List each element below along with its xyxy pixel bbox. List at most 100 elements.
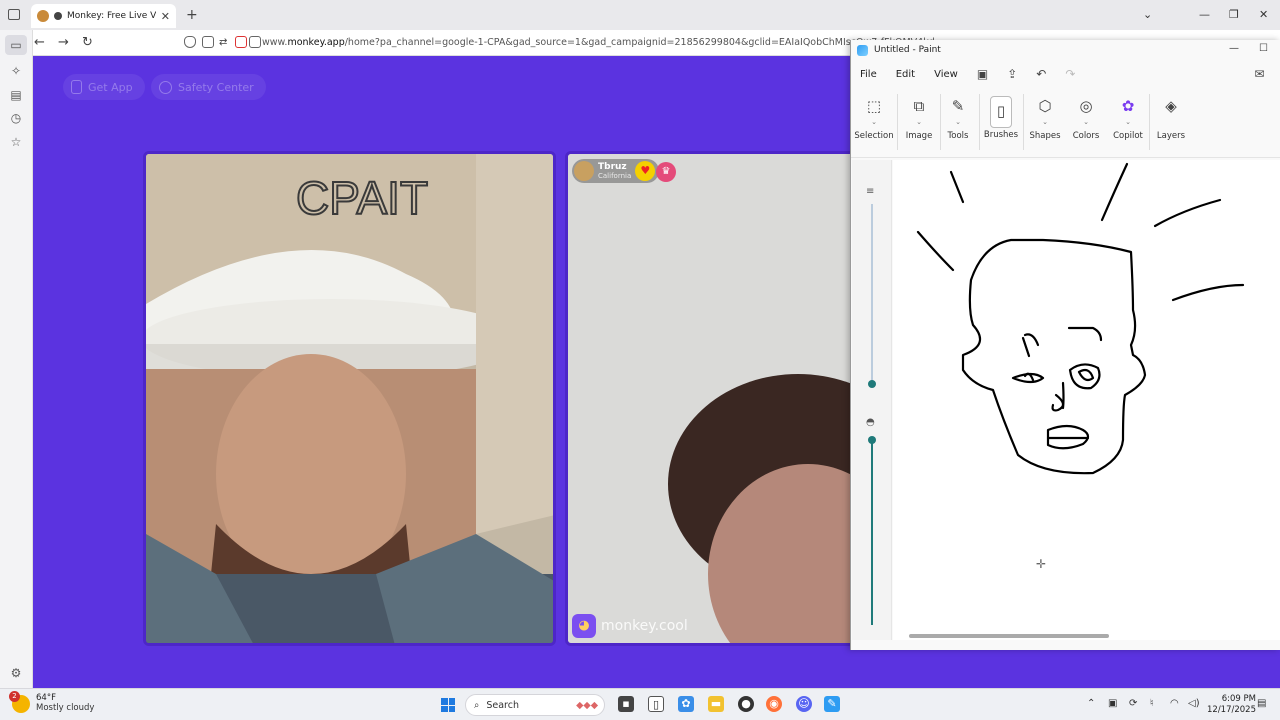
weather-widget[interactable]: 2 64°F Mostly cloudy bbox=[9, 690, 95, 714]
paint-taskbar-icon[interactable]: ✎ bbox=[824, 696, 840, 712]
sidebar-favorites-icon[interactable]: ☆ bbox=[9, 135, 23, 149]
weather-badge: 2 bbox=[9, 690, 20, 702]
back-icon[interactable]: ← bbox=[34, 35, 45, 50]
task-view-icon[interactable]: ▪ bbox=[618, 696, 634, 712]
heart-icon[interactable]: ♥ bbox=[635, 161, 656, 181]
restore-icon[interactable]: ❐ bbox=[1229, 8, 1239, 21]
search-label: Search bbox=[486, 699, 519, 711]
tool-copilot[interactable]: ✿ ⌄ Copilot bbox=[1108, 96, 1148, 141]
tool-selection[interactable]: ⬚ ⌄ Selection bbox=[854, 96, 894, 141]
system-clock[interactable]: 6:09 PM 12/17/2025 bbox=[1207, 694, 1256, 716]
gift-icon[interactable]: ♛ bbox=[656, 162, 676, 182]
discord-icon[interactable]: ☺ bbox=[796, 696, 812, 712]
notification-icon[interactable]: ▤ bbox=[1257, 698, 1266, 709]
browser-tab-monkey[interactable]: Monkey: Free Live Video Ch ✕ bbox=[31, 4, 176, 28]
brush-icon: ▯ bbox=[990, 96, 1012, 128]
paint-maximize-icon[interactable]: ☐ bbox=[1259, 43, 1268, 54]
menu-view[interactable]: View bbox=[934, 69, 958, 80]
browser-sidebar: ▭ ✧ ▤ ◷ ☆ ⚙ bbox=[0, 30, 33, 688]
share-icon[interactable]: ⇪ bbox=[1007, 67, 1017, 81]
monkey-web-page: Get App Safety Center CPAIT Tbruz Califo… bbox=[33, 56, 850, 688]
feedback-icon[interactable]: ✉ bbox=[1254, 67, 1264, 81]
url-prefix: www. bbox=[262, 37, 288, 48]
ribbon-divider bbox=[1023, 94, 1024, 150]
search-highlight-icon: ◆◆◆ bbox=[576, 699, 598, 711]
sidebar-extensions-icon[interactable]: ✧ bbox=[9, 64, 23, 78]
tool-shapes[interactable]: ⬡ ⌄ Shapes bbox=[1025, 96, 1065, 141]
tool-colors[interactable]: ◎ ⌄ Colors bbox=[1066, 96, 1106, 141]
tool-tools[interactable]: ✎ ⌄ Tools bbox=[938, 96, 978, 141]
menu-file[interactable]: File bbox=[860, 69, 877, 80]
reload-icon[interactable]: ↻ bbox=[82, 35, 93, 50]
canvas-horizontal-scrollbar[interactable] bbox=[909, 634, 1109, 638]
shield-icon[interactable] bbox=[184, 36, 196, 48]
audio-playing-icon[interactable] bbox=[54, 12, 62, 20]
tab-title: Monkey: Free Live Video Ch bbox=[67, 11, 156, 21]
size-slider-track[interactable] bbox=[871, 204, 873, 384]
remote-video-illustration bbox=[568, 154, 850, 643]
safety-center-button[interactable]: Safety Center bbox=[151, 74, 266, 100]
search-icon: ⌕ bbox=[474, 699, 480, 711]
tool-image[interactable]: ⧉ ⌄ Image bbox=[899, 96, 939, 141]
copilot-taskbar-icon[interactable]: ✿ bbox=[678, 696, 694, 712]
tool-layers[interactable]: ◈ Layers bbox=[1151, 96, 1191, 141]
wifi-icon[interactable]: ◠ bbox=[1170, 698, 1179, 709]
tab-overflow-chevron-icon[interactable]: ⌄ bbox=[1143, 8, 1152, 21]
microphone-icon[interactable]: ♮ bbox=[1150, 698, 1154, 709]
tray-sync-icon[interactable]: ⟳ bbox=[1129, 698, 1137, 709]
opacity-slider-track[interactable] bbox=[871, 440, 873, 625]
picture-in-picture-icon[interactable] bbox=[249, 36, 261, 48]
sidebar-collections-icon[interactable]: ▤ bbox=[9, 88, 23, 102]
url-field[interactable]: www.monkey.app/home?pa_channel=google-1-… bbox=[262, 37, 935, 48]
notepad-icon[interactable]: ▯ bbox=[648, 696, 664, 712]
obs-icon[interactable]: ● bbox=[738, 696, 754, 712]
phone-icon bbox=[71, 80, 82, 94]
camera-icon[interactable] bbox=[235, 36, 247, 48]
file-explorer-icon[interactable]: ▬ bbox=[708, 696, 724, 712]
remote-video-feed: Tbruz California ♥ ♛ ◕ monkey.cool bbox=[565, 151, 850, 646]
peer-location: California bbox=[598, 172, 632, 180]
get-app-button[interactable]: Get App bbox=[63, 74, 145, 100]
volume-icon[interactable]: ◁) bbox=[1188, 698, 1200, 709]
tab-close-icon[interactable]: ✕ bbox=[161, 10, 170, 23]
tray-overflow-icon[interactable]: ⌃ bbox=[1087, 698, 1095, 709]
new-tab-icon[interactable]: + bbox=[186, 7, 198, 23]
shapes-icon: ⬡ bbox=[1038, 97, 1052, 115]
brand-label: monkey.cool bbox=[601, 618, 688, 634]
lock-icon[interactable] bbox=[202, 36, 214, 48]
firefox-icon[interactable]: ◉ bbox=[766, 696, 782, 712]
peer-info-pill[interactable]: Tbruz California ♥ bbox=[572, 159, 660, 183]
weather-icon: 2 bbox=[9, 690, 30, 713]
monkey-watermark: ◕ monkey.cool bbox=[572, 614, 688, 638]
opacity-slider-knob[interactable] bbox=[868, 436, 876, 444]
menu-edit[interactable]: Edit bbox=[896, 69, 915, 80]
save-icon[interactable]: ▣ bbox=[977, 67, 988, 81]
paint-canvas[interactable]: ✛ bbox=[893, 160, 1280, 640]
windows-taskbar: 2 64°F Mostly cloudy ⌕ Search ◆◆◆ ▪ ▯ ✿ … bbox=[0, 688, 1280, 720]
undo-icon[interactable]: ↶ bbox=[1036, 67, 1046, 81]
tool-brushes[interactable]: ▯ Brushes bbox=[981, 96, 1021, 140]
clock-time: 6:09 PM bbox=[1221, 694, 1256, 704]
sidebar-settings-icon[interactable]: ⚙ bbox=[9, 666, 23, 680]
forward-icon[interactable]: → bbox=[58, 35, 69, 50]
ribbon-divider bbox=[979, 94, 980, 150]
paint-minimize-icon[interactable]: — bbox=[1229, 43, 1239, 54]
weather-condition: Mostly cloudy bbox=[36, 703, 95, 713]
redo-icon[interactable]: ↷ bbox=[1065, 67, 1075, 81]
url-path: /home?pa_channel=google-1-CPA&gad_source… bbox=[344, 37, 935, 48]
close-window-icon[interactable]: ✕ bbox=[1259, 8, 1268, 21]
size-slider-knob[interactable] bbox=[868, 380, 876, 388]
clock-date: 12/17/2025 bbox=[1207, 705, 1256, 715]
paint-ribbon: ⬚ ⌄ Selection ⧉ ⌄ Image ✎ ⌄ Tools ▯ Brushes… bbox=[851, 92, 1280, 158]
sidebar-history-icon[interactable]: ◷ bbox=[9, 111, 23, 125]
tab-list-icon[interactable] bbox=[8, 9, 20, 20]
drawing bbox=[916, 162, 1245, 475]
svg-text:CPAIT: CPAIT bbox=[296, 172, 428, 224]
sidebar-tabs-icon[interactable]: ▭ bbox=[5, 35, 27, 55]
permissions-icon[interactable]: ⇄ bbox=[219, 37, 227, 48]
tray-app-icon[interactable]: ▣ bbox=[1108, 698, 1117, 709]
taskbar-search[interactable]: ⌕ Search ◆◆◆ bbox=[465, 694, 605, 716]
url-domain: monkey.app bbox=[287, 37, 345, 48]
minimize-icon[interactable]: — bbox=[1199, 8, 1210, 21]
start-button[interactable] bbox=[441, 698, 455, 712]
